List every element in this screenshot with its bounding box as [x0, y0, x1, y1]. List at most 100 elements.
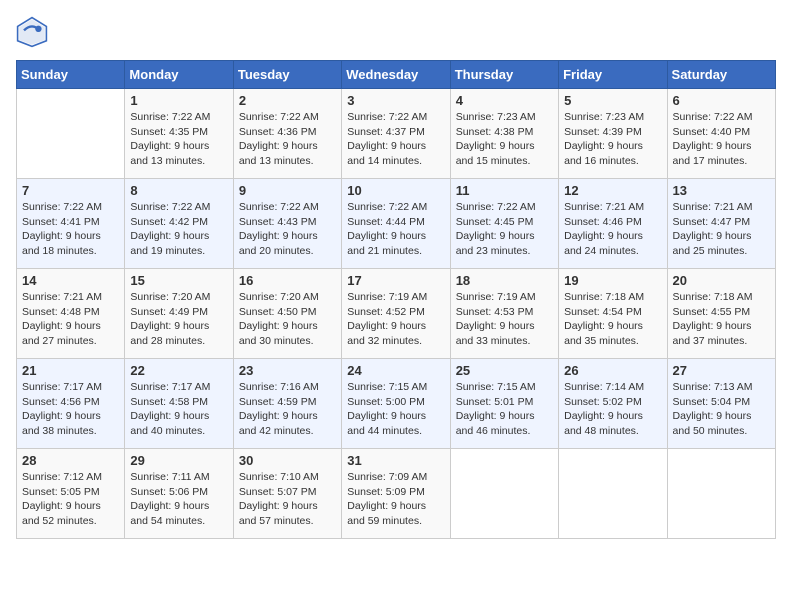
day-info: Sunrise: 7:22 AM Sunset: 4:44 PM Dayligh… — [347, 200, 444, 259]
day-number: 10 — [347, 183, 444, 198]
column-header-thursday: Thursday — [450, 61, 558, 89]
day-cell: 10 Sunrise: 7:22 AM Sunset: 4:44 PM Dayli… — [342, 179, 450, 269]
day-number: 20 — [673, 273, 770, 288]
day-cell: 9 Sunrise: 7:22 AM Sunset: 4:43 PM Daylig… — [233, 179, 341, 269]
day-info: Sunrise: 7:15 AM Sunset: 5:00 PM Dayligh… — [347, 380, 444, 439]
day-number: 26 — [564, 363, 661, 378]
week-row-1: 1 Sunrise: 7:22 AM Sunset: 4:35 PM Daylig… — [17, 89, 776, 179]
day-info: Sunrise: 7:19 AM Sunset: 4:52 PM Dayligh… — [347, 290, 444, 349]
day-cell: 11 Sunrise: 7:22 AM Sunset: 4:45 PM Dayli… — [450, 179, 558, 269]
day-info: Sunrise: 7:19 AM Sunset: 4:53 PM Dayligh… — [456, 290, 553, 349]
logo-icon — [16, 16, 48, 48]
day-number: 19 — [564, 273, 661, 288]
day-number: 11 — [456, 183, 553, 198]
day-cell: 25 Sunrise: 7:15 AM Sunset: 5:01 PM Dayli… — [450, 359, 558, 449]
day-info: Sunrise: 7:12 AM Sunset: 5:05 PM Dayligh… — [22, 470, 119, 529]
day-cell — [17, 89, 125, 179]
day-cell: 23Sunrise: 7:16 AM Sunset: 4:59 PM Dayli… — [233, 359, 341, 449]
day-cell: 30Sunrise: 7:10 AM Sunset: 5:07 PM Dayli… — [233, 449, 341, 539]
day-cell: 20 Sunrise: 7:18 AM Sunset: 4:55 PM Dayli… — [667, 269, 775, 359]
day-number: 13 — [673, 183, 770, 198]
logo — [16, 16, 52, 48]
day-cell — [559, 449, 667, 539]
week-row-4: 21 Sunrise: 7:17 AM Sunset: 4:56 PM Dayli… — [17, 359, 776, 449]
day-number: 31 — [347, 453, 444, 468]
day-cell: 19 Sunrise: 7:18 AM Sunset: 4:54 PM Dayli… — [559, 269, 667, 359]
day-number: 9 — [239, 183, 336, 198]
day-cell: 1 Sunrise: 7:22 AM Sunset: 4:35 PM Daylig… — [125, 89, 233, 179]
day-cell: 17 Sunrise: 7:19 AM Sunset: 4:52 PM Dayli… — [342, 269, 450, 359]
day-number: 22 — [130, 363, 227, 378]
column-header-friday: Friday — [559, 61, 667, 89]
day-info: Sunrise: 7:21 AM Sunset: 4:47 PM Dayligh… — [673, 200, 770, 259]
day-cell: 4 Sunrise: 7:23 AM Sunset: 4:38 PM Daylig… — [450, 89, 558, 179]
week-row-5: 28 Sunrise: 7:12 AM Sunset: 5:05 PM Dayli… — [17, 449, 776, 539]
header-row: SundayMondayTuesdayWednesdayThursdayFrid… — [17, 61, 776, 89]
day-info: Sunrise: 7:22 AM Sunset: 4:40 PM Dayligh… — [673, 110, 770, 169]
column-header-tuesday: Tuesday — [233, 61, 341, 89]
day-number: 24 — [347, 363, 444, 378]
day-info: Sunrise: 7:10 AM Sunset: 5:07 PM Dayligh… — [239, 470, 336, 529]
day-info: Sunrise: 7:22 AM Sunset: 4:43 PM Dayligh… — [239, 200, 336, 259]
day-number: 3 — [347, 93, 444, 108]
day-number: 16 — [239, 273, 336, 288]
day-number: 6 — [673, 93, 770, 108]
day-number: 7 — [22, 183, 119, 198]
day-info: Sunrise: 7:22 AM Sunset: 4:41 PM Dayligh… — [22, 200, 119, 259]
day-number: 12 — [564, 183, 661, 198]
day-number: 23 — [239, 363, 336, 378]
day-number: 21 — [22, 363, 119, 378]
day-cell: 22 Sunrise: 7:17 AM Sunset: 4:58 PM Dayli… — [125, 359, 233, 449]
day-cell: 8 Sunrise: 7:22 AM Sunset: 4:42 PM Daylig… — [125, 179, 233, 269]
day-cell: 31Sunrise: 7:09 AM Sunset: 5:09 PM Dayli… — [342, 449, 450, 539]
day-info: Sunrise: 7:22 AM Sunset: 4:35 PM Dayligh… — [130, 110, 227, 169]
day-info: Sunrise: 7:21 AM Sunset: 4:48 PM Dayligh… — [22, 290, 119, 349]
day-cell: 3 Sunrise: 7:22 AM Sunset: 4:37 PM Daylig… — [342, 89, 450, 179]
day-info: Sunrise: 7:22 AM Sunset: 4:37 PM Dayligh… — [347, 110, 444, 169]
day-info: Sunrise: 7:23 AM Sunset: 4:38 PM Dayligh… — [456, 110, 553, 169]
calendar-table: SundayMondayTuesdayWednesdayThursdayFrid… — [16, 60, 776, 539]
day-cell: 7 Sunrise: 7:22 AM Sunset: 4:41 PM Daylig… — [17, 179, 125, 269]
day-cell: 16 Sunrise: 7:20 AM Sunset: 4:50 PM Dayli… — [233, 269, 341, 359]
day-cell: 28 Sunrise: 7:12 AM Sunset: 5:05 PM Dayli… — [17, 449, 125, 539]
day-info: Sunrise: 7:11 AM Sunset: 5:06 PM Dayligh… — [130, 470, 227, 529]
day-info: Sunrise: 7:18 AM Sunset: 4:55 PM Dayligh… — [673, 290, 770, 349]
week-row-3: 14 Sunrise: 7:21 AM Sunset: 4:48 PM Dayli… — [17, 269, 776, 359]
day-number: 5 — [564, 93, 661, 108]
day-cell: 14 Sunrise: 7:21 AM Sunset: 4:48 PM Dayli… — [17, 269, 125, 359]
column-header-saturday: Saturday — [667, 61, 775, 89]
day-cell: 12Sunrise: 7:21 AM Sunset: 4:46 PM Dayli… — [559, 179, 667, 269]
day-info: Sunrise: 7:17 AM Sunset: 4:56 PM Dayligh… — [22, 380, 119, 439]
day-cell: 6 Sunrise: 7:22 AM Sunset: 4:40 PM Daylig… — [667, 89, 775, 179]
day-info: Sunrise: 7:22 AM Sunset: 4:45 PM Dayligh… — [456, 200, 553, 259]
day-info: Sunrise: 7:20 AM Sunset: 4:50 PM Dayligh… — [239, 290, 336, 349]
column-header-sunday: Sunday — [17, 61, 125, 89]
day-number: 14 — [22, 273, 119, 288]
day-cell: 15Sunrise: 7:20 AM Sunset: 4:49 PM Dayli… — [125, 269, 233, 359]
day-number: 27 — [673, 363, 770, 378]
day-info: Sunrise: 7:22 AM Sunset: 4:42 PM Dayligh… — [130, 200, 227, 259]
day-number: 28 — [22, 453, 119, 468]
week-row-2: 7 Sunrise: 7:22 AM Sunset: 4:41 PM Daylig… — [17, 179, 776, 269]
column-header-monday: Monday — [125, 61, 233, 89]
day-cell — [667, 449, 775, 539]
day-info: Sunrise: 7:15 AM Sunset: 5:01 PM Dayligh… — [456, 380, 553, 439]
day-info: Sunrise: 7:13 AM Sunset: 5:04 PM Dayligh… — [673, 380, 770, 439]
day-number: 17 — [347, 273, 444, 288]
day-cell: 5 Sunrise: 7:23 AM Sunset: 4:39 PM Daylig… — [559, 89, 667, 179]
day-cell: 24 Sunrise: 7:15 AM Sunset: 5:00 PM Dayli… — [342, 359, 450, 449]
day-cell: 26Sunrise: 7:14 AM Sunset: 5:02 PM Dayli… — [559, 359, 667, 449]
day-info: Sunrise: 7:17 AM Sunset: 4:58 PM Dayligh… — [130, 380, 227, 439]
day-number: 2 — [239, 93, 336, 108]
day-cell: 18Sunrise: 7:19 AM Sunset: 4:53 PM Dayli… — [450, 269, 558, 359]
day-number: 25 — [456, 363, 553, 378]
day-cell — [450, 449, 558, 539]
day-cell: 21 Sunrise: 7:17 AM Sunset: 4:56 PM Dayli… — [17, 359, 125, 449]
day-info: Sunrise: 7:23 AM Sunset: 4:39 PM Dayligh… — [564, 110, 661, 169]
day-cell: 2Sunrise: 7:22 AM Sunset: 4:36 PM Daylig… — [233, 89, 341, 179]
day-info: Sunrise: 7:18 AM Sunset: 4:54 PM Dayligh… — [564, 290, 661, 349]
day-cell: 29Sunrise: 7:11 AM Sunset: 5:06 PM Dayli… — [125, 449, 233, 539]
day-number: 1 — [130, 93, 227, 108]
day-number: 4 — [456, 93, 553, 108]
day-number: 8 — [130, 183, 227, 198]
